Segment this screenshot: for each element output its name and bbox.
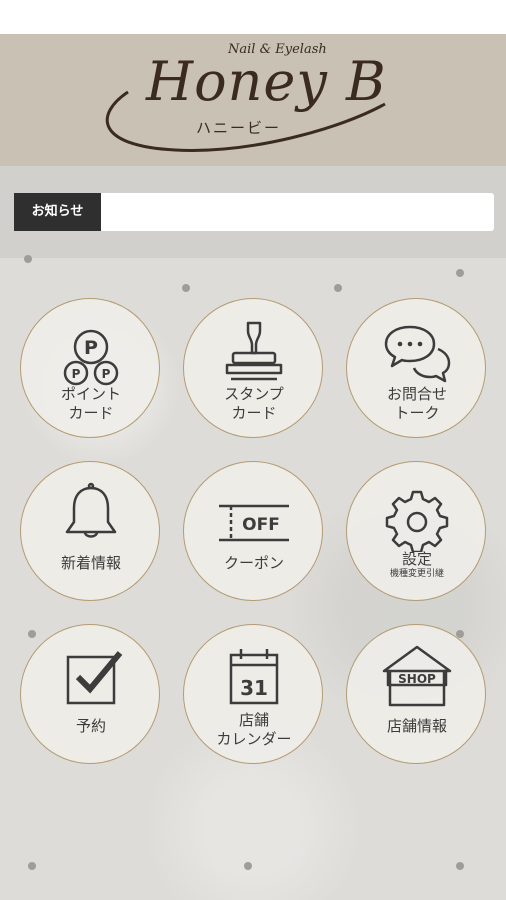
svg-text:P: P [72, 367, 81, 381]
news-button[interactable]: 新着情報 [20, 461, 160, 601]
shop-badge: SHOP [398, 672, 436, 686]
svg-text:P: P [102, 367, 111, 381]
coupon-label: クーポン [223, 554, 284, 572]
notice-label: お知らせ [14, 193, 101, 231]
reservation-label: 予約 [75, 717, 106, 735]
stamp-icon [225, 321, 283, 381]
calendar-icon: 31 [229, 649, 279, 705]
store-calendar-label-1: 店舗 [238, 711, 269, 729]
stamp-card-label-2: カード [231, 404, 277, 422]
bell-icon [65, 482, 117, 538]
logo-kana: ハニービー [196, 119, 282, 137]
stamp-card-button[interactable]: スタンプ カード [183, 298, 323, 438]
gear-icon [385, 490, 449, 552]
contact-talk-label-2: トーク [394, 404, 440, 422]
coupon-icon: OFF [219, 504, 289, 542]
shop-icon: SHOP [382, 645, 452, 707]
contact-talk-label-1: お問合せ [386, 385, 447, 403]
wall-hole [24, 255, 32, 263]
point-card-label-1: ポイント [60, 385, 121, 403]
checkbox-icon [66, 651, 123, 705]
wall-hole [244, 862, 252, 870]
wall-hole [334, 284, 342, 292]
store-calendar-label-2: カレンダー [216, 730, 292, 748]
status-bar [0, 0, 506, 34]
svg-text:P: P [84, 337, 98, 359]
stamp-card-label-1: スタンプ [224, 385, 284, 403]
store-info-button[interactable]: SHOP 店舗情報 [346, 624, 486, 764]
logo-title: Honey B [146, 50, 387, 113]
chat-icon [384, 325, 451, 383]
wall-hole [182, 284, 190, 292]
wall-hole [456, 862, 464, 870]
point-card-label-2: カード [68, 404, 114, 422]
store-info-label: 店舗情報 [386, 717, 447, 735]
coupon-badge: OFF [242, 515, 280, 535]
reservation-button[interactable]: 予約 [20, 624, 160, 764]
wall-hole [456, 269, 464, 277]
contact-talk-button[interactable]: お問合せ トーク [346, 298, 486, 438]
notice-bar[interactable]: お知らせ [14, 193, 494, 231]
point-card-button[interactable]: PPP ポイント カード [20, 298, 160, 438]
news-label: 新着情報 [60, 554, 121, 572]
point-card-icon: PP P [63, 329, 119, 386]
settings-button[interactable]: 設定 機種変更引継 [346, 461, 486, 601]
wall-hole [28, 862, 36, 870]
store-calendar-button[interactable]: 31 店舗 カレンダー [183, 624, 323, 764]
settings-label: 設定 [401, 550, 432, 568]
wall-hole [28, 630, 36, 638]
settings-sublabel: 機種変更引継 [389, 569, 444, 579]
calendar-badge: 31 [240, 676, 268, 700]
coupon-button[interactable]: OFF クーポン [183, 461, 323, 601]
